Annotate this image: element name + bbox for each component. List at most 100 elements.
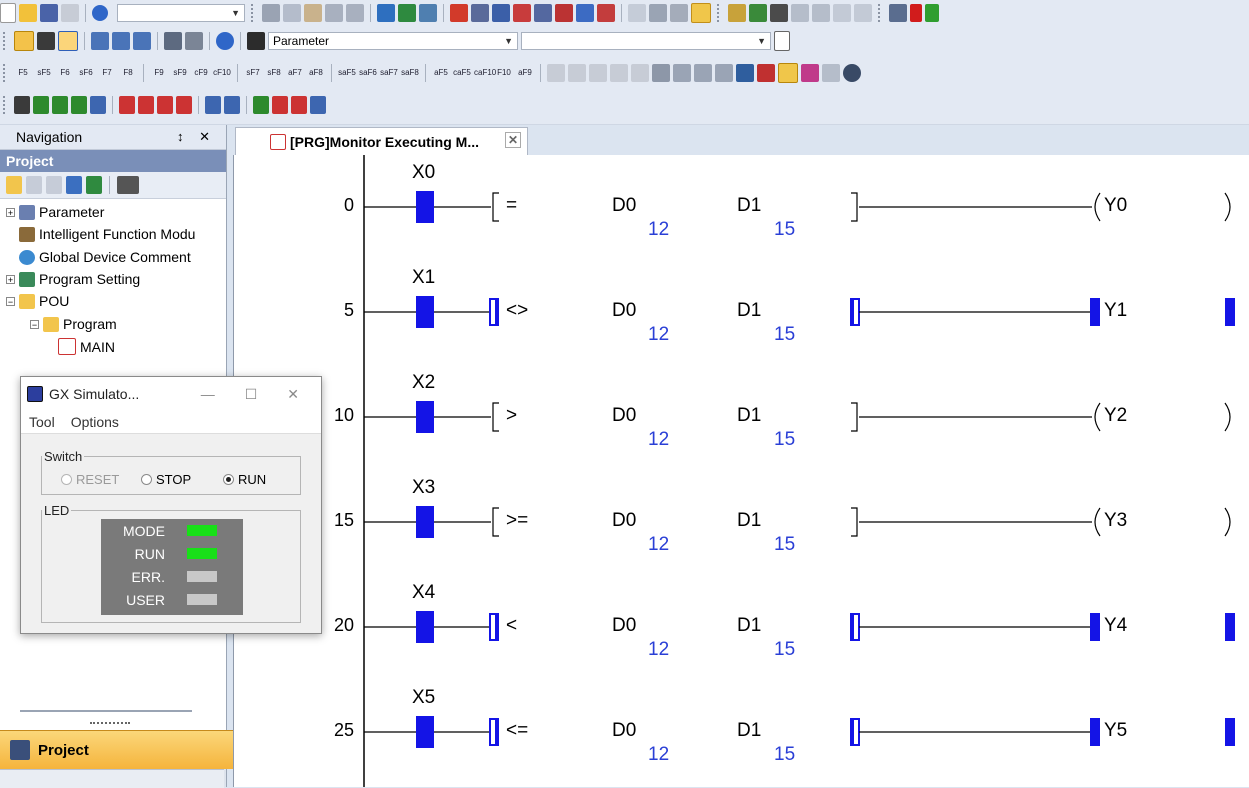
transfer-icon[interactable] [450, 4, 468, 22]
ladder-edit10-icon[interactable] [757, 64, 775, 82]
fkey-cf9-icon[interactable]: cF9 [192, 69, 210, 77]
toolbar-grip[interactable] [3, 96, 8, 114]
menu-options[interactable]: Options [71, 414, 119, 430]
ladder-edit1-icon[interactable] [568, 64, 586, 82]
tree-item-intelligent-function-module[interactable]: Intelligent Function Modu [6, 226, 195, 242]
project-combo[interactable]: ▼ [117, 4, 245, 22]
element-selection-icon[interactable] [37, 32, 55, 50]
open-folder-icon[interactable] [19, 4, 37, 22]
binoculars-icon[interactable] [247, 32, 265, 50]
collapse-icon[interactable]: − [6, 296, 15, 306]
device-icon[interactable] [164, 32, 182, 50]
instr2-icon[interactable] [33, 96, 49, 114]
user-library-button[interactable] [0, 769, 224, 788]
redo-icon[interactable] [346, 4, 364, 22]
dev-test-icon[interactable] [597, 4, 615, 22]
pin-close-icons[interactable]: ↕ ✕ [177, 129, 216, 145]
instr9-icon[interactable] [176, 96, 192, 114]
ladder-tool5-icon[interactable] [812, 4, 830, 22]
ladder-edit7-icon[interactable] [694, 64, 712, 82]
ladder-edit11-icon[interactable] [801, 64, 819, 82]
expand-icon[interactable]: + [6, 207, 15, 217]
monitor-pause-icon[interactable] [555, 4, 573, 22]
fkey-sf9-icon[interactable]: sF9 [171, 69, 189, 77]
run-icon[interactable] [910, 4, 922, 22]
instr6-icon[interactable] [119, 96, 135, 114]
toolbar-grip[interactable] [3, 32, 8, 50]
fkey-f9-icon[interactable]: F9 [150, 69, 168, 77]
paste-item-icon[interactable] [46, 176, 62, 194]
fkey-cf10-icon[interactable]: cF10 [213, 69, 231, 77]
tab-main-monitor[interactable]: [PRG]Monitor Executing M... ✕ [235, 127, 528, 155]
find-options-icon[interactable] [774, 31, 790, 51]
transfer2-icon[interactable] [471, 4, 489, 22]
tree-item-program-setting[interactable]: + Program Setting [6, 271, 140, 287]
find-target-combo[interactable]: ▼ [521, 32, 771, 50]
fkey-af7-icon[interactable]: aF7 [286, 69, 304, 77]
monitor-all-icon[interactable] [534, 4, 552, 22]
ladder-edit3-icon[interactable] [610, 64, 628, 82]
dev-register-icon[interactable] [112, 32, 130, 50]
monitor-stop-icon[interactable] [513, 4, 531, 22]
fkey-saf7-icon[interactable]: saF7 [380, 69, 398, 77]
ladder-edit8-icon[interactable] [715, 64, 733, 82]
refresh-icon[interactable] [86, 176, 102, 194]
save-icon[interactable] [40, 4, 58, 22]
fkey-af9-icon[interactable]: aF9 [516, 69, 534, 77]
fkey-af8-icon[interactable]: aF8 [307, 69, 325, 77]
instr11-icon[interactable] [224, 96, 240, 114]
toolbar-grip[interactable] [717, 4, 722, 22]
radio-run[interactable]: RUN [223, 472, 266, 487]
tool3-icon[interactable] [670, 4, 688, 22]
ladder-tool3-icon[interactable] [770, 4, 788, 22]
fkey-caf10-icon[interactable]: caF10 [474, 69, 496, 77]
ladder-tool4-icon[interactable] [791, 4, 809, 22]
help-search-icon[interactable] [216, 32, 234, 50]
navigation-window-icon[interactable] [14, 31, 34, 51]
dev-monitor-icon[interactable] [576, 4, 594, 22]
project-view-button[interactable]: Project [0, 730, 234, 769]
find-replace-icon[interactable] [185, 32, 203, 50]
instr8-icon[interactable] [157, 96, 173, 114]
paste-icon[interactable] [304, 4, 322, 22]
sim-tool-icon[interactable] [889, 4, 907, 22]
tool2-icon[interactable] [649, 4, 667, 22]
dev-batch-icon[interactable] [91, 32, 109, 50]
properties-icon[interactable] [66, 176, 82, 194]
print-icon[interactable] [61, 4, 79, 22]
fkey-f6-icon[interactable]: F6 [56, 69, 74, 77]
ladder-edit12-icon[interactable] [822, 64, 840, 82]
collapse-icon[interactable]: − [30, 319, 39, 329]
help-icon[interactable] [92, 5, 108, 21]
radio-stop[interactable]: STOP [141, 472, 191, 487]
minimize-icon[interactable]: — [201, 386, 215, 403]
ladder-edit2-icon[interactable] [589, 64, 607, 82]
tree-item-global-device-comment[interactable]: Global Device Comment [6, 249, 191, 265]
fkey-f8-icon[interactable]: F8 [119, 69, 137, 77]
fkey-af5-icon[interactable]: aF5 [432, 69, 450, 77]
fkey-sf7-icon[interactable]: sF7 [244, 69, 262, 77]
fkey-f7-icon[interactable]: F7 [98, 69, 116, 77]
dots-handle[interactable] [90, 722, 130, 726]
splitter-handle[interactable] [20, 710, 192, 712]
verify-plc-icon[interactable] [419, 4, 437, 22]
read-plc-icon[interactable] [377, 4, 395, 22]
ladder-editor[interactable]: 0 X0 = D0 D1 12 15 Y0 5 X1 <> D0 D1 12 15 Y1 10 X2 > D0 D1 12… [233, 155, 1249, 787]
stl-icon[interactable] [547, 64, 565, 82]
ladder-tool7-icon[interactable] [854, 4, 872, 22]
ladder-edit6-icon[interactable] [673, 64, 691, 82]
toolbar-grip[interactable] [878, 4, 883, 22]
fkey-sf5-icon[interactable]: sF5 [35, 69, 53, 77]
toolbar-grip[interactable] [3, 64, 8, 82]
ladder-tool2-icon[interactable] [749, 4, 767, 22]
instr13-icon[interactable] [272, 96, 288, 114]
simulation-icon[interactable] [691, 3, 711, 23]
ladder-edit5-icon[interactable] [652, 64, 670, 82]
fkey-saf6-icon[interactable]: saF6 [359, 69, 377, 77]
instr3-icon[interactable] [52, 96, 68, 114]
simulator-titlebar[interactable]: GX Simulato... — ☐ ✕ [21, 377, 321, 411]
maximize-icon[interactable]: ☐ [245, 386, 258, 403]
fkey-saf8-icon[interactable]: saF8 [401, 69, 419, 77]
toolbar-grip[interactable] [251, 4, 256, 22]
dev-entry-icon[interactable] [133, 32, 151, 50]
